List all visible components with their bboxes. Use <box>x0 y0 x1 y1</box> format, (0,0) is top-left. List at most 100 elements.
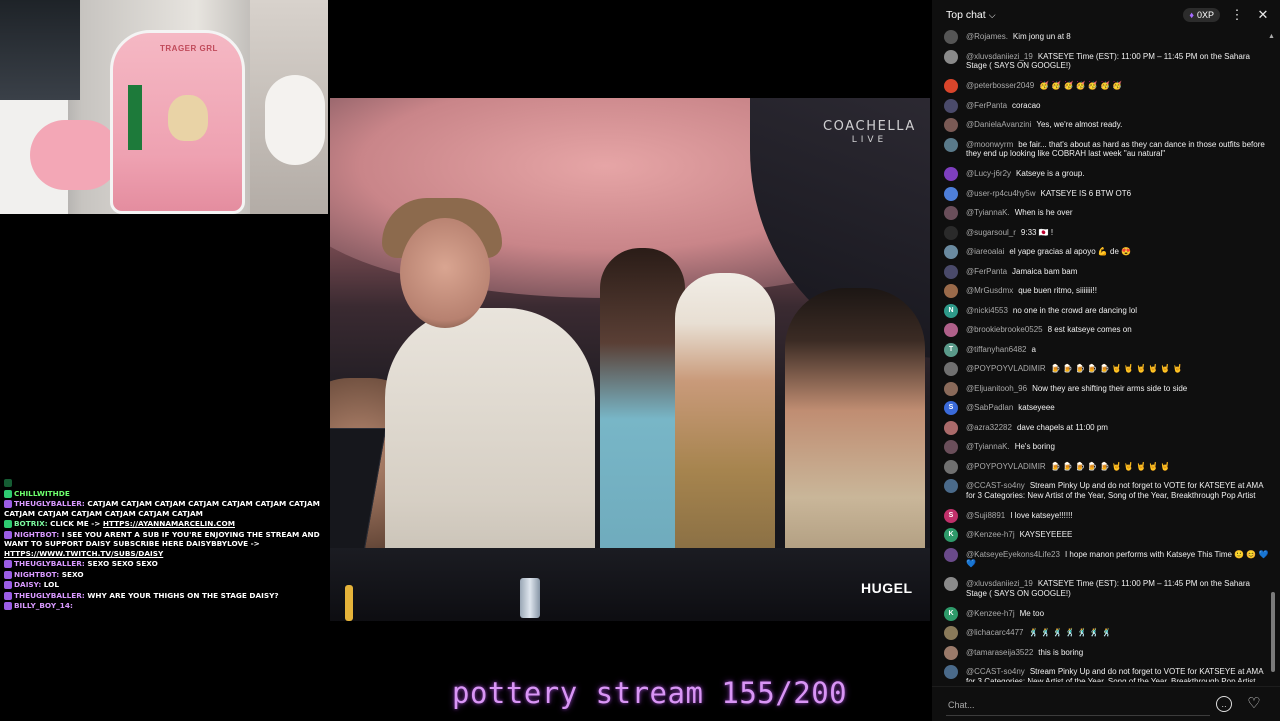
chat-author[interactable]: @tamaraseija3522 <box>966 648 1033 657</box>
avatar[interactable] <box>944 186 958 201</box>
avatar[interactable] <box>944 362 958 376</box>
chat-message[interactable]: @CCAST-so4ny Stream Pinky Up and do not f… <box>932 479 1272 500</box>
chat-author[interactable]: @Suji8891 <box>966 511 1005 520</box>
avatar[interactable]: S <box>944 401 958 415</box>
chat-mode-dropdown[interactable]: Top chat ⌵ <box>946 9 996 21</box>
chat-message[interactable]: @Rojames. Kim jong un at 8 <box>932 30 1272 44</box>
chat-author[interactable]: @POYPOYVLADIMIR <box>966 364 1046 373</box>
avatar[interactable] <box>944 137 958 152</box>
chat-author[interactable]: @moonwyrm <box>966 140 1013 149</box>
chat-message[interactable]: @moonwyrm be fair... that's about as hard… <box>932 137 1272 159</box>
chat-message[interactable]: @lichacarc4477 🕺 🕺 🕺 🕺 🕺 🕺 🕺 <box>932 626 1272 640</box>
chat-message[interactable]: @xluvsdaniiezi_19 KATSEYE Time (EST): 11:… <box>932 577 1272 598</box>
chat-author[interactable]: @xluvsdaniiezi_19 <box>966 52 1033 61</box>
chat-author[interactable]: @azra32282 <box>966 423 1012 432</box>
avatar[interactable] <box>944 323 958 337</box>
avatar[interactable]: S <box>944 508 958 523</box>
chat-author[interactable]: @KatseyeEyekons4Life23 <box>966 550 1060 559</box>
avatar[interactable] <box>944 381 958 396</box>
chat-author[interactable]: @iareoalai <box>966 247 1004 256</box>
chat-message[interactable]: @azra32282 dave chapels at 11:00 pm <box>932 420 1272 435</box>
chat-message[interactable]: N @nicki4553 no one in the crowd are danci… <box>932 303 1272 318</box>
chat-message[interactable]: @FerPanta coracao <box>932 98 1272 113</box>
chat-author[interactable]: @sugarsoul_r <box>966 228 1016 237</box>
avatar[interactable] <box>944 245 958 259</box>
avatar[interactable] <box>944 665 958 679</box>
chat-message-list[interactable]: @Rojames. Kim jong un at 8 @xluvsdaniiezi_… <box>932 30 1272 682</box>
chat-author[interactable]: @TyiannaK. <box>966 208 1010 217</box>
chat-input[interactable] <box>946 695 1210 716</box>
chat-author[interactable]: @nicki4553 <box>966 306 1008 315</box>
chat-author[interactable]: @xluvsdaniiezi_19 <box>966 579 1033 588</box>
chat-message[interactable]: @brookiebrooke0525 8 est katseye comes on <box>932 323 1272 337</box>
avatar[interactable] <box>944 206 958 220</box>
chat-message[interactable]: @POYPOYVLADIMIR 🍺 🍺 🍺 🍺 🍺 🤘 🤘 🤘 🤘 🤘 🤘 <box>932 362 1272 376</box>
chat-message[interactable]: @sugarsoul_r 9:33 🇯🇵 ! <box>932 225 1272 240</box>
chat-author[interactable]: @FerPanta <box>966 267 1007 276</box>
heart-icon[interactable]: ♡ <box>1244 693 1264 713</box>
avatar[interactable] <box>944 284 958 298</box>
scroll-up-arrow-icon[interactable]: ▲ <box>1268 33 1275 40</box>
chat-scrollbar[interactable] <box>1271 592 1275 672</box>
chat-author[interactable]: @tiffanyhan6482 <box>966 345 1026 354</box>
chat-message[interactable]: @POYPOYVLADIMIR 🍺 🍺 🍺 🍺 🍺 🤘 🤘 🤘 🤘 🤘 <box>932 459 1272 474</box>
chat-author[interactable]: @SabPadlan <box>966 403 1013 412</box>
chat-author[interactable]: @CCAST-so4ny <box>966 481 1025 490</box>
chat-author[interactable]: @Kenzee-h7j <box>966 530 1015 539</box>
avatar[interactable] <box>944 167 958 181</box>
chat-author[interactable]: @brookiebrooke0525 <box>966 325 1043 334</box>
chat-message[interactable]: S @SabPadlan katseyeee <box>932 401 1272 415</box>
chat-message[interactable]: @Lucy-j6r2y Katseye is a group. <box>932 167 1272 181</box>
more-vert-icon[interactable]: ⋮ <box>1228 6 1246 24</box>
avatar[interactable] <box>944 459 958 474</box>
xp-badge[interactable]: ♦ 0XP <box>1183 8 1220 22</box>
avatar[interactable] <box>944 49 958 64</box>
avatar[interactable] <box>944 30 958 44</box>
chat-message[interactable]: @tamaraseija3522 this is boring <box>932 645 1272 660</box>
avatar[interactable] <box>944 440 958 454</box>
chat-author[interactable]: @Eljuanitooh_96 <box>966 384 1027 393</box>
chat-author[interactable]: @lichacarc4477 <box>966 628 1023 637</box>
chat-author[interactable]: @user-rp4cu4hy5w <box>966 189 1035 198</box>
avatar[interactable]: K <box>944 606 958 621</box>
emoji-icon[interactable]: ․․ <box>1216 696 1232 712</box>
chat-author[interactable]: @Lucy-j6r2y <box>966 169 1011 178</box>
avatar[interactable] <box>944 577 958 591</box>
avatar[interactable] <box>944 420 958 435</box>
chat-message[interactable]: @CCAST-so4ny Stream Pinky Up and do not f… <box>932 665 1272 682</box>
chat-message[interactable]: T @tiffanyhan6482 a <box>932 342 1272 357</box>
chat-author[interactable]: @MrGusdmx <box>966 286 1013 295</box>
chat-message[interactable]: @iareoalai el yape gracias al apoyo 💪 de … <box>932 245 1272 259</box>
chat-author[interactable]: @Rojames. <box>966 32 1008 41</box>
chat-message[interactable]: K @Kenzee-h7j KAYSEYEEEE <box>932 528 1272 542</box>
chat-message[interactable]: K @Kenzee-h7j Me too <box>932 606 1272 621</box>
chat-author[interactable]: @TyiannaK. <box>966 442 1010 451</box>
avatar[interactable] <box>944 547 958 562</box>
avatar[interactable] <box>944 98 958 113</box>
avatar[interactable]: K <box>944 528 958 542</box>
avatar[interactable] <box>944 118 958 132</box>
chat-message[interactable]: @xluvsdaniiezi_19 KATSEYE Time (EST): 11:… <box>932 49 1272 71</box>
chat-message[interactable]: S @Suji8891 I love katseye!!!!!! <box>932 508 1272 523</box>
chat-message[interactable]: @MrGusdmx que buen ritmo, siiiiiii!! <box>932 284 1272 298</box>
chat-author[interactable]: @CCAST-so4ny <box>966 667 1025 676</box>
chat-message[interactable]: @TyiannaK. He's boring <box>932 440 1272 454</box>
chat-author[interactable]: @Kenzee-h7j <box>966 609 1015 618</box>
avatar[interactable] <box>944 626 958 640</box>
avatar[interactable] <box>944 479 958 493</box>
chat-message[interactable]: @peterbosser2049 🥳 🥳 🥳 🥳 🥳 🥳 🥳 <box>932 79 1272 93</box>
chat-message[interactable]: @TyiannaK. When is he over <box>932 206 1272 220</box>
chat-message[interactable]: @KatseyeEyekons4Life23 I hope manon perfo… <box>932 547 1272 569</box>
chat-message[interactable]: @user-rp4cu4hy5w KATSEYE IS 6 BTW OT6 <box>932 186 1272 201</box>
chat-author[interactable]: @POYPOYVLADIMIR <box>966 462 1046 471</box>
avatar[interactable]: N <box>944 303 958 318</box>
chat-message[interactable]: @DanielaAvanzini Yes, we're almost ready. <box>932 118 1272 132</box>
avatar[interactable] <box>944 264 958 279</box>
avatar[interactable] <box>944 645 958 660</box>
avatar[interactable]: T <box>944 342 958 357</box>
stream-video[interactable]: COACHELLA LIVE HUGEL TRAGER GRL CHILLWIT… <box>0 0 930 720</box>
avatar[interactable] <box>944 79 958 93</box>
chat-message[interactable]: @FerPanta Jamaica bam bam <box>932 264 1272 279</box>
avatar[interactable] <box>944 225 958 240</box>
chat-message[interactable]: @Eljuanitooh_96 Now they are shifting the… <box>932 381 1272 396</box>
